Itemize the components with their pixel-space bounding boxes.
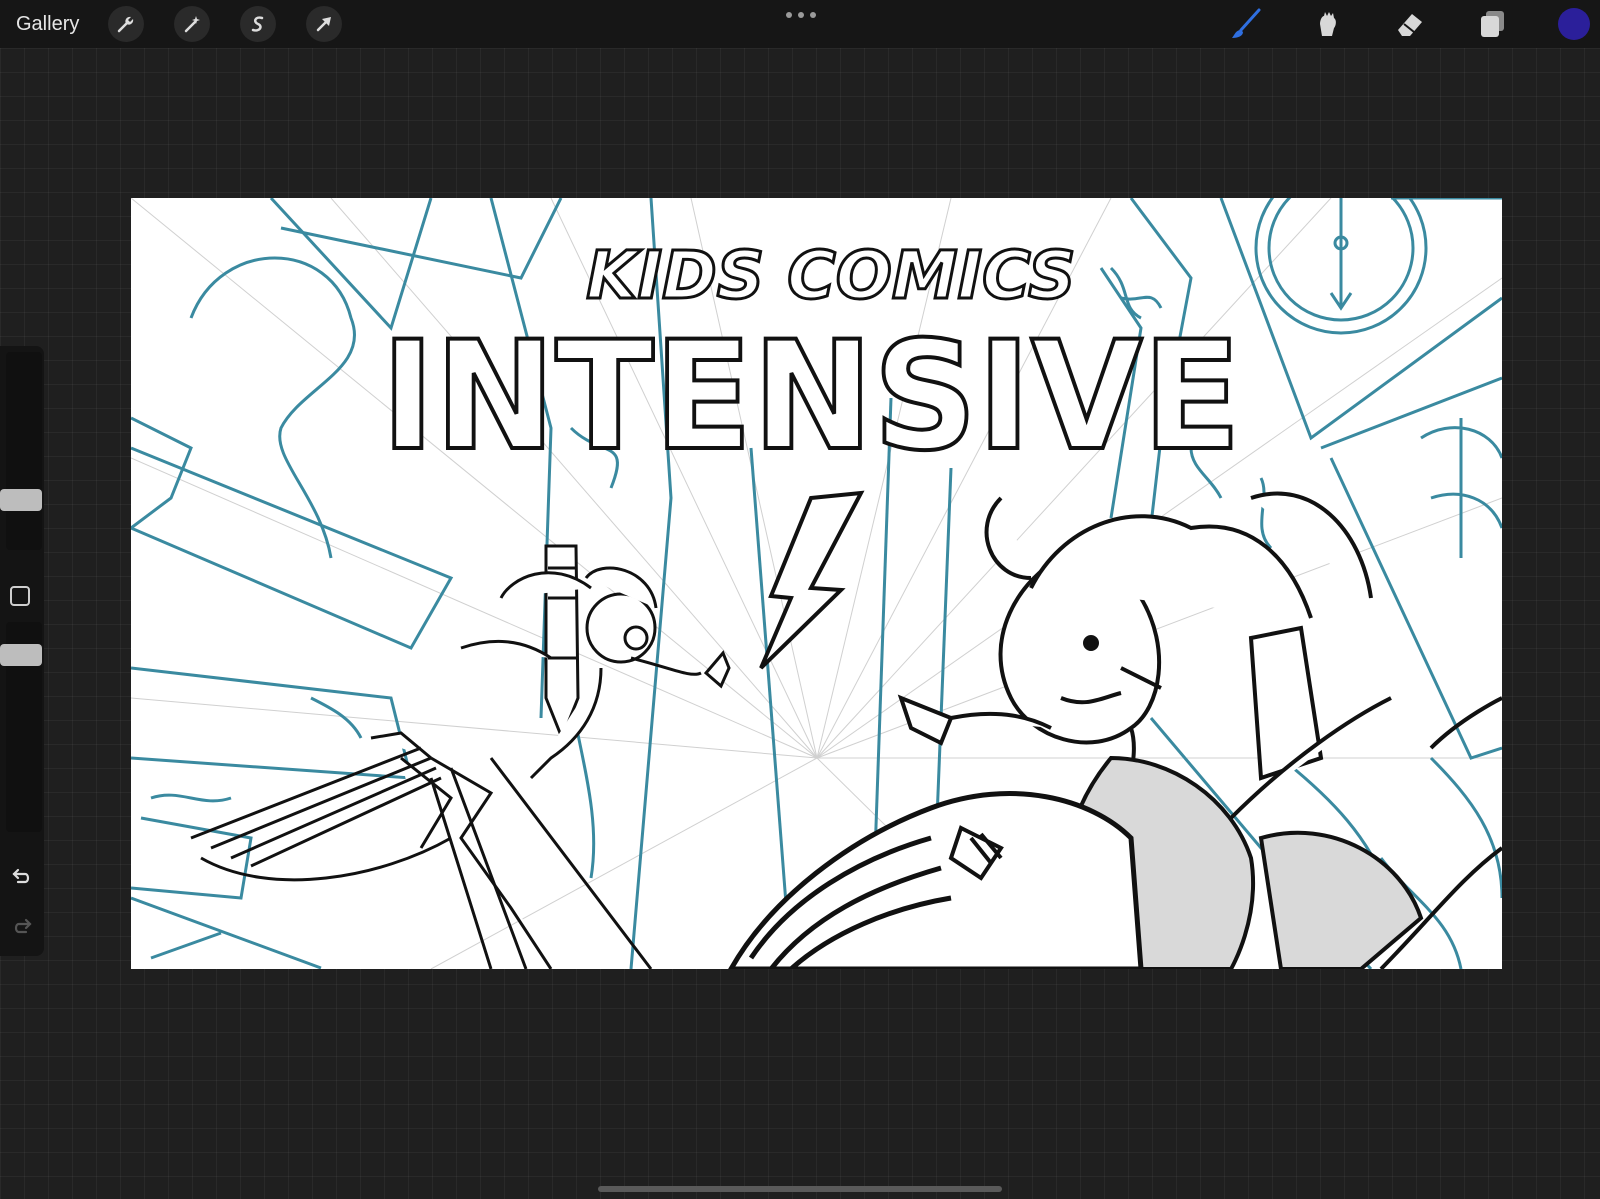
flying-book (728, 791, 1144, 969)
selection-s-icon (251, 16, 264, 32)
color-picker-button[interactable] (1558, 8, 1590, 40)
title-line2: INTENSIVE (381, 310, 1241, 484)
dot-icon (786, 12, 792, 18)
transform-arrow-icon (316, 17, 331, 32)
undo-icon (12, 868, 30, 884)
dot-icon (798, 12, 804, 18)
brush-size-thumb[interactable] (0, 489, 42, 511)
redo-button[interactable] (8, 912, 36, 940)
home-indicator (598, 1186, 1002, 1192)
eraser-tool-button[interactable] (1390, 4, 1430, 44)
modify-button[interactable] (10, 586, 30, 606)
magic-wand-icon (184, 16, 200, 33)
sidebar (0, 346, 44, 956)
lightning-bolt (759, 490, 865, 670)
opacity-slider[interactable] (0, 622, 42, 832)
gallery-button[interactable]: Gallery (16, 10, 79, 38)
brush-tool-button[interactable] (1226, 4, 1266, 44)
brush-size-slider[interactable] (0, 352, 42, 550)
smudge-icon (1320, 12, 1336, 36)
left-character (370, 544, 731, 969)
selection-button[interactable] (240, 6, 276, 42)
undo-button[interactable] (8, 862, 36, 890)
eraser-icon (1398, 14, 1422, 36)
actions-wrench-button[interactable] (108, 6, 144, 42)
opacity-thumb[interactable] (0, 644, 42, 666)
smudge-tool-button[interactable] (1308, 4, 1348, 44)
wrench-icon (117, 16, 134, 33)
redo-icon (14, 918, 32, 934)
more-options-button[interactable] (786, 10, 816, 20)
dot-icon (810, 12, 816, 18)
artwork-sketch: KIDS COMICS INTENSIVE (131, 198, 1502, 969)
brush-icon (1232, 8, 1261, 38)
layers-icon (1481, 11, 1504, 37)
adjustments-button[interactable] (174, 6, 210, 42)
drawing-canvas[interactable]: KIDS COMICS INTENSIVE (131, 198, 1502, 969)
title-line1: KIDS COMICS (586, 237, 1075, 314)
layers-button[interactable] (1472, 4, 1512, 44)
transform-button[interactable] (306, 6, 342, 42)
top-toolbar: Gallery (0, 0, 1600, 48)
